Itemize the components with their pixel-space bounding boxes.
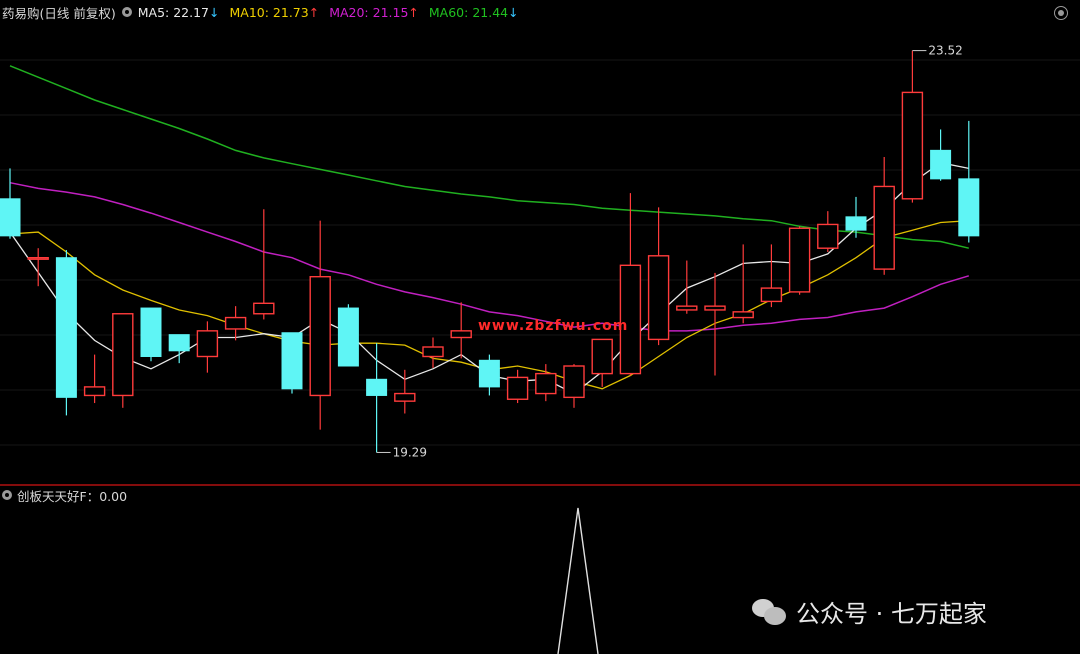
candle-body: [591, 338, 613, 375]
candle-body: [309, 276, 331, 397]
candle-body: [676, 305, 698, 311]
candlestick-series: [0, 50, 980, 453]
candle-body: [366, 378, 388, 396]
ma10-legend: MA10: 21.73↑: [229, 4, 320, 20]
candle-body: [112, 313, 134, 397]
candle-body: [140, 307, 162, 357]
ma-settings-icon[interactable]: [121, 7, 132, 17]
indicator-settings-icon[interactable]: [2, 490, 12, 500]
candle: [168, 334, 190, 364]
candle-body: [817, 223, 839, 249]
stock-title: 药易购(日线 前复权): [2, 5, 116, 21]
candle-body: [647, 255, 670, 341]
candle-body: [168, 334, 190, 352]
candle-body: [450, 330, 472, 339]
ma5-legend: MA5: 22.17↓: [137, 4, 220, 20]
candle: [591, 338, 613, 387]
candle: [704, 272, 726, 376]
wechat-icon: [752, 597, 788, 627]
candle-body: [535, 372, 557, 395]
candle: [930, 129, 952, 181]
candle: [788, 226, 811, 295]
candle: [619, 193, 642, 376]
candle: [647, 207, 670, 346]
candle: [0, 168, 21, 239]
candle-body: [958, 178, 980, 237]
indicator-label: 创板天天好F：0.00: [17, 488, 128, 504]
candle: [676, 260, 698, 314]
candle-body: [27, 257, 49, 260]
candle: [732, 244, 754, 324]
candle: [112, 313, 134, 408]
candle-body: [337, 307, 359, 367]
chart-header: 药易购(日线 前复权) MA5: 22.17↓ MA10: 21.73↑ MA2…: [0, 0, 529, 24]
candle: [817, 211, 839, 252]
candle-body: [55, 257, 77, 398]
candle-body: [732, 311, 754, 319]
ma60-line: [9, 65, 969, 249]
candle-body: [83, 386, 106, 397]
annotation-label: 23.52: [928, 44, 962, 58]
candle-body: [563, 365, 585, 399]
candle: [196, 321, 219, 373]
candle: [506, 369, 529, 404]
indicator-header: 创板天天好F：0.00: [2, 486, 127, 504]
candle: [83, 354, 106, 404]
candle: [281, 332, 303, 394]
candle-body: [281, 332, 303, 390]
candle-body: [0, 198, 21, 237]
candle: [337, 304, 359, 367]
candle: [55, 250, 77, 416]
ma60-legend: MA60: 21.44↓: [428, 4, 519, 20]
candle: [140, 307, 162, 362]
candle: [309, 220, 331, 430]
candle: [760, 244, 783, 308]
candle-body: [224, 316, 247, 330]
candle: [478, 354, 500, 396]
candle-body: [845, 216, 867, 231]
candle: [901, 50, 924, 203]
candle-body: [506, 376, 529, 400]
candle-body: [394, 392, 416, 402]
candle: [422, 337, 444, 368]
settings-icon[interactable]: [1054, 6, 1068, 20]
candle-body: [788, 227, 811, 293]
wechat-account-label: 公众号 · 七万起家: [796, 600, 987, 628]
candle-body: [478, 359, 500, 388]
site-watermark: www.zbzfwu.com: [478, 318, 629, 334]
candle: [450, 302, 472, 359]
candle-body: [422, 346, 444, 358]
annotation-label: 19.29: [393, 445, 427, 459]
candle: [366, 343, 388, 453]
candle-body: [901, 91, 924, 200]
candle-body: [704, 305, 726, 311]
candle-body: [196, 330, 219, 358]
candle-body: [873, 185, 895, 270]
candle: [958, 120, 980, 243]
indicator-series: [557, 507, 599, 654]
candle: [873, 157, 895, 275]
candle: [253, 209, 275, 320]
candle-body: [930, 149, 952, 180]
ma20-legend: MA20: 21.15↑: [329, 4, 419, 20]
candle-body: [253, 302, 275, 315]
wechat-watermark: 公众号 · 七万起家: [752, 594, 987, 629]
candle: [563, 364, 585, 408]
candle-body: [760, 287, 783, 303]
indicator-spike: [557, 507, 599, 654]
